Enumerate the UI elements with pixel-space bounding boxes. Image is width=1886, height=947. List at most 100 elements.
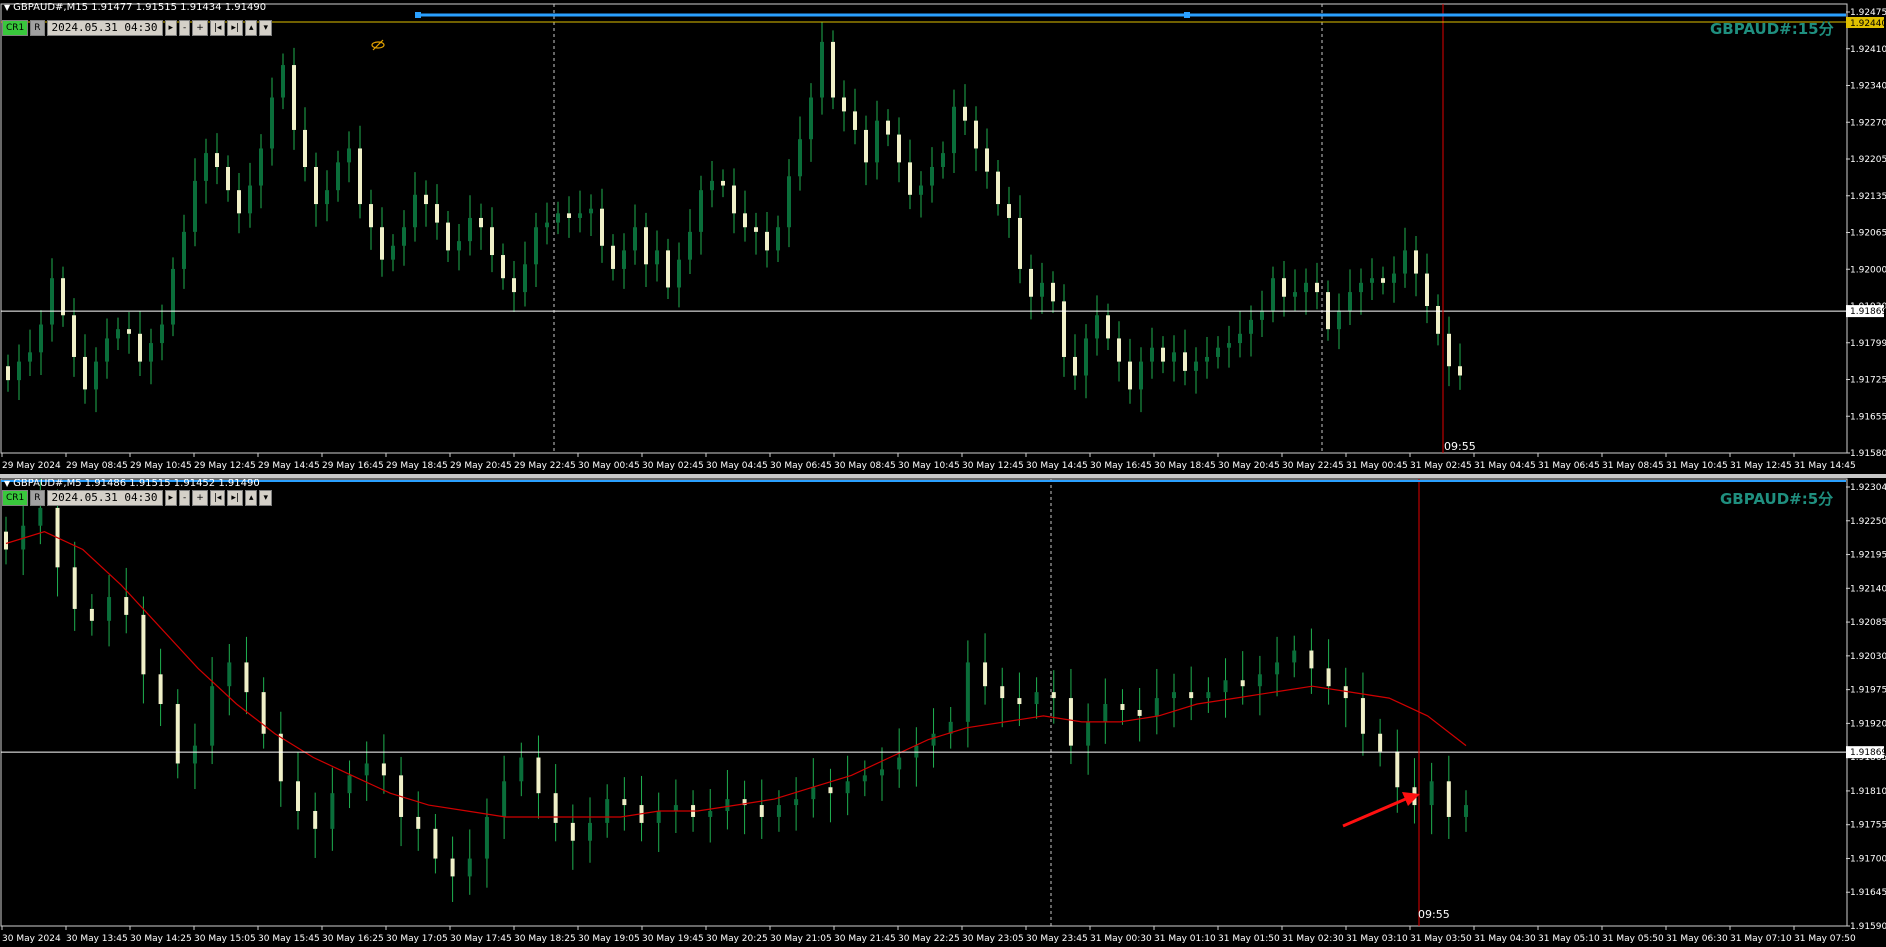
- candle-body: [105, 338, 109, 362]
- collapse-triangle-icon[interactable]: ▼: [4, 3, 10, 12]
- m5-cr-button[interactable]: CR1: [2, 489, 29, 506]
- candle-body: [296, 781, 300, 812]
- candle-body: [4, 531, 8, 550]
- time-tick-label: 31 May 07:10: [1730, 934, 1792, 944]
- candle-body: [1257, 674, 1262, 687]
- candle-body: [175, 704, 180, 764]
- m15-plus-button[interactable]: +: [192, 19, 208, 36]
- m5-up-button[interactable]: ▴: [244, 489, 258, 506]
- candle-body: [845, 781, 850, 794]
- candle-body: [278, 733, 283, 782]
- m15-r-button[interactable]: R: [30, 19, 45, 36]
- time-tick-label: 30 May 02:45: [642, 461, 704, 471]
- candle-body: [1414, 250, 1418, 274]
- time-tick-label: 31 May 12:45: [1730, 461, 1792, 471]
- time-tick-label: 31 May 07:50: [1794, 934, 1856, 944]
- collapse-triangle-icon[interactable]: ▼: [4, 479, 10, 488]
- candle-body: [1150, 347, 1154, 362]
- m15-chart-canvas[interactable]: 1.92475 1.92410 1.92340 1.92270 1.92205 1.921…: [0, 0, 1886, 474]
- time-tick-label: 30 May 21:05: [770, 934, 832, 944]
- candle-body: [725, 799, 730, 812]
- candle-body: [94, 361, 98, 390]
- candle-body: [1084, 338, 1088, 376]
- time-tick-label: 30 May 13:45: [66, 934, 128, 944]
- candle-body: [325, 190, 329, 205]
- candle-body: [556, 213, 560, 223]
- m15-play-button[interactable]: ▸: [164, 19, 178, 36]
- candle-body: [965, 662, 970, 722]
- candle-body: [501, 255, 505, 279]
- time-tick-label: 31 May 01:50: [1218, 934, 1280, 944]
- candle-body: [1051, 692, 1056, 699]
- candle-body: [314, 167, 318, 205]
- candle-body: [1029, 268, 1033, 297]
- alert-eye-icon[interactable]: [370, 38, 386, 52]
- time-tick-label: 30 May 18:25: [514, 934, 576, 944]
- candle-body: [1275, 662, 1280, 675]
- candle-body: [381, 763, 386, 776]
- price-tick-label: 1.91580: [1850, 449, 1886, 459]
- m15-chart-panel[interactable]: 1.92475 1.92410 1.92340 1.92270 1.92205 1.921…: [0, 0, 1886, 474]
- candle-body: [433, 828, 438, 859]
- candle-body: [974, 120, 978, 149]
- candle-body: [416, 816, 421, 829]
- candle-body: [523, 264, 527, 293]
- time-tick-label: 31 May 02:45: [1410, 461, 1472, 471]
- m15-down-button[interactable]: ▾: [259, 19, 273, 36]
- m5-plus-button[interactable]: +: [192, 489, 208, 506]
- price-tick-label: 1.92065: [1850, 229, 1886, 239]
- m5-first-button[interactable]: |◂: [209, 489, 226, 506]
- time-tick-label: 29 May 20:45: [450, 461, 512, 471]
- m5-down-button[interactable]: ▾: [259, 489, 273, 506]
- candle-body: [364, 763, 369, 776]
- candle-body: [1309, 650, 1314, 669]
- price-tick-label: 1.92195: [1850, 551, 1886, 561]
- candle-body: [831, 41, 835, 98]
- candle-body: [708, 811, 713, 817]
- candle-body: [1392, 273, 1396, 283]
- m5-r-button[interactable]: R: [30, 489, 45, 506]
- candle-body: [1128, 361, 1132, 390]
- candle-body: [553, 793, 558, 823]
- candle-body: [908, 162, 912, 195]
- candle-body: [6, 366, 10, 381]
- candle-body: [237, 190, 241, 214]
- m5-chart-panel[interactable]: 1.92304 1.92250 1.92195 1.92140 1.92085 1.920…: [0, 478, 1886, 947]
- candle-body: [1172, 352, 1176, 362]
- m5-toolbar: CR1 R 2024.05.31 04:30 ▸ - + |◂ ▸| ▴ ▾: [2, 489, 273, 506]
- m15-minus-button[interactable]: -: [179, 19, 191, 36]
- candle-body: [743, 213, 747, 228]
- m5-play-button[interactable]: ▸: [164, 489, 178, 506]
- candle-body: [776, 805, 781, 817]
- m15-last-button[interactable]: ▸|: [227, 19, 243, 36]
- m15-cr-button[interactable]: CR1: [2, 19, 29, 36]
- m15-up-button[interactable]: ▴: [244, 19, 258, 36]
- candle-body: [158, 674, 163, 705]
- candle-body: [1458, 366, 1462, 376]
- candle-body: [141, 614, 146, 675]
- candle-body: [446, 222, 450, 251]
- candle-body: [116, 329, 120, 339]
- candle-body: [1120, 704, 1125, 710]
- price-tick-label: 1.92340: [1850, 82, 1886, 92]
- candle-body: [435, 204, 439, 223]
- candle-body: [193, 180, 197, 232]
- price-tick-label: 1.91975: [1850, 686, 1886, 696]
- candle-body: [1240, 680, 1245, 687]
- candle-body: [424, 194, 428, 205]
- time-tick-label: 31 May 08:45: [1602, 461, 1664, 471]
- m15-date-field[interactable]: 2024.05.31 04:30: [46, 19, 163, 36]
- m5-last-button[interactable]: ▸|: [227, 489, 243, 506]
- m5-minus-button[interactable]: -: [179, 489, 191, 506]
- time-tick-label: 31 May 00:45: [1346, 461, 1408, 471]
- m5-chart-canvas[interactable]: 1.92304 1.92250 1.92195 1.92140 1.92085 1.920…: [0, 478, 1886, 947]
- candle-body: [1183, 352, 1187, 371]
- m15-first-button[interactable]: |◂: [209, 19, 226, 36]
- candle-body: [1139, 361, 1143, 390]
- price-tick-label: 1.92410: [1850, 45, 1886, 55]
- candle-body: [765, 231, 769, 251]
- time-tick-label: 29 May 08:45: [66, 461, 128, 471]
- price-tick-label: 1.91590: [1850, 922, 1886, 932]
- m5-date-field[interactable]: 2024.05.31 04:30: [46, 489, 163, 506]
- time-tick-label: 31 May 02:30: [1282, 934, 1344, 944]
